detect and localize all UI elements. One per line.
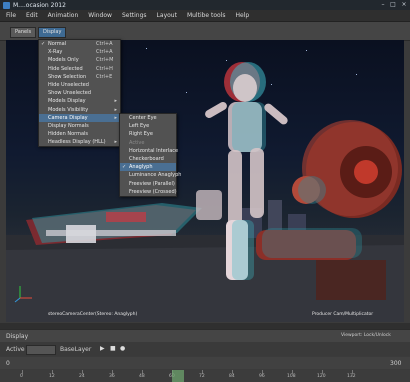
menu-item-xray[interactable]: X-Ray Ctrl+A (39, 48, 120, 56)
submenu-arrow-icon: ▸ (114, 139, 117, 146)
camera-display-submenu: Center Eye Left Eye Right Eye Active Hor… (119, 113, 181, 197)
menu-item-models-display[interactable]: Models Display ▸ (39, 97, 120, 105)
tick-label: 132 (347, 374, 356, 379)
checkmark-icon: ✓ (41, 41, 46, 47)
menu-item-show-selection[interactable]: Show Selection Ctrl+E (39, 73, 120, 81)
start-frame[interactable]: 0 (6, 360, 10, 367)
stop-icon[interactable]: ■ (110, 345, 116, 352)
checkmark-icon: ✓ (122, 164, 127, 171)
menu-item-hidden-normals[interactable]: Hidden Normals (39, 130, 120, 138)
hud-renderer-label: Producer Cam/Multiplicator (312, 312, 374, 317)
title-bar: M....ocasion 2012 – □ × (0, 0, 410, 10)
submenu-item-left-eye[interactable]: Left Eye (120, 122, 176, 130)
maximize-icon[interactable]: □ (388, 1, 398, 9)
menu-item-display-normals[interactable]: Display Normals (39, 122, 120, 130)
menu-bar: File Edit Animation Window Settings Layo… (0, 10, 410, 22)
take-dropdown[interactable] (26, 345, 56, 355)
mode-label[interactable]: Display (6, 333, 28, 340)
menu-item-show-unselected[interactable]: Show Unselected (39, 89, 120, 97)
menu-help[interactable]: Help (236, 12, 250, 19)
submenu-arrow-icon: ▸ (114, 98, 117, 105)
submenu-item-checkerboard[interactable]: Checkerboard (120, 155, 176, 163)
menu-item-headless-display[interactable]: Headless Display (HLL) ▸ (39, 138, 120, 146)
menu-layout[interactable]: Layout (157, 12, 177, 19)
submenu-item-freeview-crossed[interactable]: Freeview (Crossed) (120, 188, 177, 196)
submenu-item-right-eye[interactable]: Right Eye (120, 130, 176, 138)
submenu-item-anaglyph[interactable]: ✓ Anaglyph (120, 163, 176, 172)
panels-button[interactable]: Panels (10, 27, 37, 38)
submenu-arrow-icon: ▸ (114, 114, 117, 121)
menu-tools[interactable]: Multibe tools (187, 12, 226, 19)
tick-label: 72 (199, 374, 205, 379)
viewport-lock-label[interactable]: Viewport: Lock/Unlock (341, 333, 391, 338)
tick-label: 48 (139, 374, 145, 379)
hud-camera-label: stereoCameraCenter(Stereo: Anaglyph) (48, 312, 138, 317)
menu-item-models-only[interactable]: Models Only Ctrl+M (39, 56, 120, 64)
window-title: M....ocasion 2012 (13, 1, 66, 9)
minimize-icon[interactable]: – (378, 1, 388, 9)
submenu-item-luminance-anaglyph[interactable]: Luminance Anaglyph (120, 171, 181, 179)
play-icon[interactable]: ▶ (100, 345, 105, 352)
tick-label: 96 (259, 374, 265, 379)
tick-label: 24 (79, 374, 85, 379)
submenu-item-horizontal-interlace[interactable]: Horizontal Interlace (120, 147, 178, 155)
end-frame[interactable]: 300 (390, 360, 401, 367)
submenu-arrow-icon: ▸ (114, 106, 117, 113)
take-label: Active (6, 346, 25, 353)
menu-settings[interactable]: Settings (122, 12, 147, 19)
submenu-item-active: Active (129, 139, 145, 146)
display-button[interactable]: Display (38, 27, 67, 38)
tick-label: 0 (20, 374, 23, 379)
close-icon[interactable]: × (399, 1, 409, 9)
tick-label: 36 (109, 374, 115, 379)
record-icon[interactable]: ● (120, 345, 125, 352)
menu-item-hide-unselected[interactable]: Hide Unselected (39, 81, 120, 89)
layer-label[interactable]: BaseLayer (60, 346, 91, 353)
playhead[interactable] (172, 370, 184, 382)
menu-edit[interactable]: Edit (26, 12, 38, 19)
menu-item-normal[interactable]: ✓ Normal Ctrl+A (39, 40, 120, 48)
tick-label: 120 (317, 374, 326, 379)
app-icon (3, 1, 10, 9)
time-range-bar[interactable]: 0 300 (0, 357, 410, 369)
menu-animation[interactable]: Animation (48, 12, 79, 19)
display-menu: ✓ Normal Ctrl+A X-Ray Ctrl+A Models Only Ctr… (38, 39, 121, 148)
tick-label: 84 (229, 374, 235, 379)
submenu-item-freeview-parallel[interactable]: Freeview (Parallel) (120, 180, 176, 188)
menu-item-camera-display[interactable]: Camera Display ▸ (39, 113, 120, 122)
menu-item-models-visibility[interactable]: Models Visibility ▸ (39, 106, 120, 114)
transport-header: Display Viewport: Lock/Unlock (0, 329, 410, 342)
submenu-item-center-eye[interactable]: Center Eye (120, 114, 176, 122)
menu-window[interactable]: Window (88, 12, 112, 19)
time-ruler[interactable]: 0 12 24 36 48 60 72 84 96 108 120 132 (0, 370, 410, 382)
tick-label: 108 (287, 374, 296, 379)
menu-file[interactable]: File (6, 12, 16, 19)
tick-label: 12 (49, 374, 55, 379)
transport-controls: Active BaseLayer ▶ ■ ● (0, 342, 410, 356)
menu-item-hide-selected[interactable]: Hide Selected Ctrl+H (39, 65, 120, 73)
